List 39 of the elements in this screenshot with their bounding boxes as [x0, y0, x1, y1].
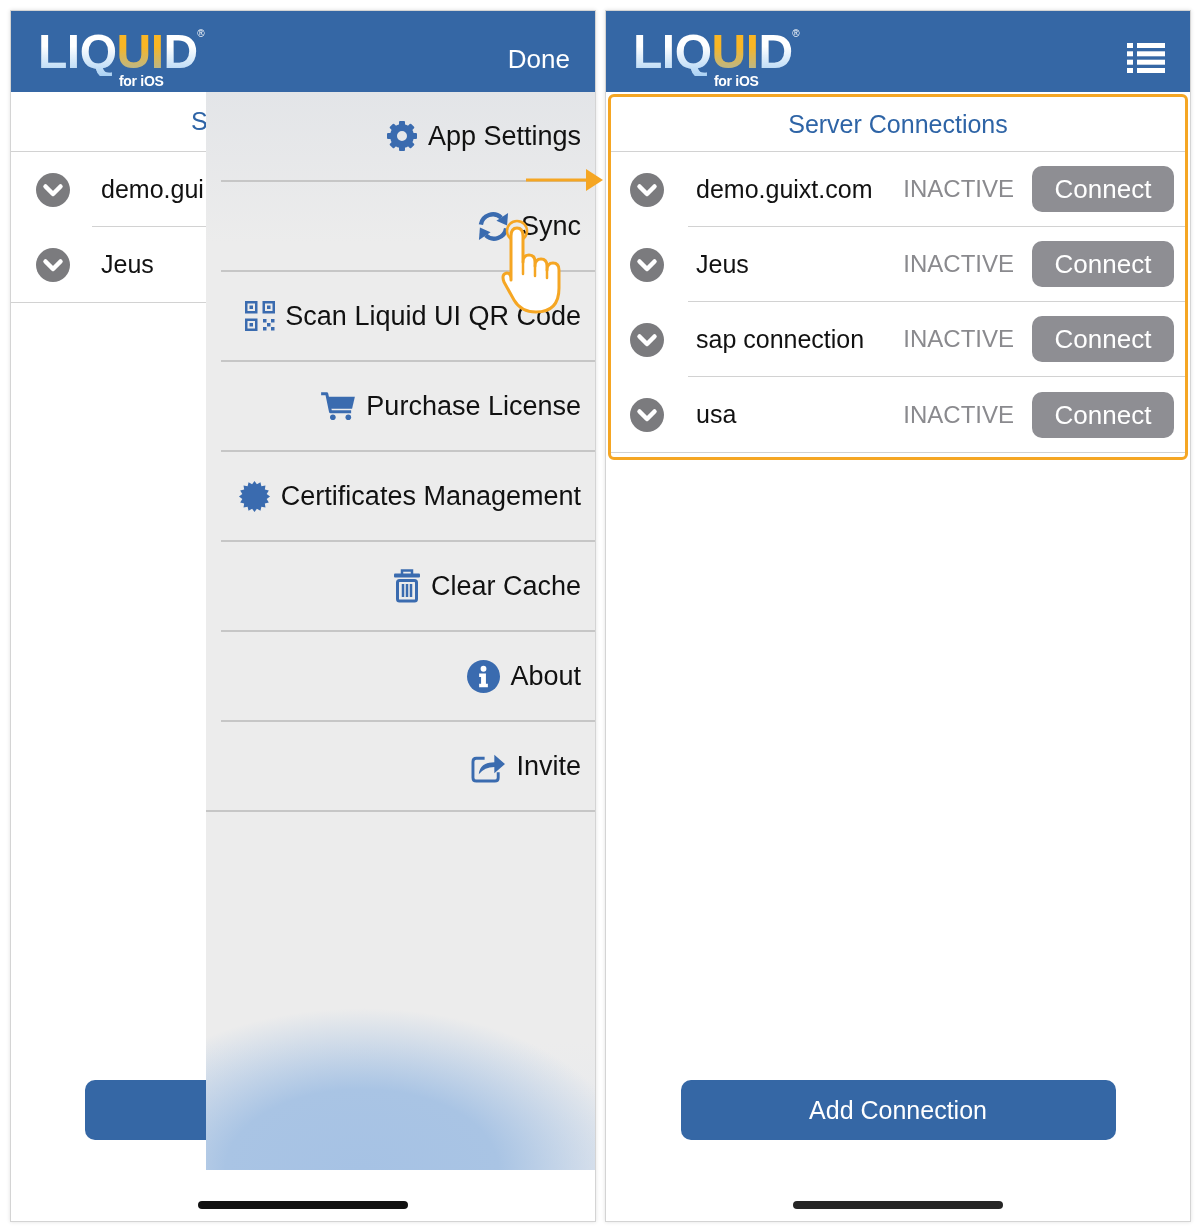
trash-icon — [392, 569, 421, 603]
menu-item[interactable]: Certificates Management — [221, 452, 595, 542]
info-icon — [467, 659, 501, 693]
status-label: INACTIVE — [903, 327, 1014, 351]
screen-title: Server Connections — [788, 111, 1008, 137]
registered-mark: ® — [792, 29, 800, 39]
status-label: INACTIVE — [903, 252, 1014, 276]
badge-seal-icon — [237, 479, 271, 513]
menu-item[interactable]: Clear Cache — [221, 542, 595, 632]
logo-subtitle: for iOS — [714, 74, 759, 88]
menu-item[interactable]: Purchase License — [221, 362, 595, 452]
cart-icon — [320, 391, 357, 421]
registered-mark: ® — [197, 29, 205, 39]
menu-item[interactable]: App Settings — [221, 92, 595, 182]
connection-name: Jeus — [696, 251, 750, 277]
screen-title: S — [191, 109, 208, 134]
connection-name: demo.guixt.com — [696, 176, 874, 202]
add-connection-button[interactable]: Add Connection — [680, 1080, 1116, 1140]
chevron-down-icon[interactable] — [630, 322, 664, 357]
menu-item[interactable]: Invite — [206, 722, 595, 812]
gear-icon — [385, 120, 418, 152]
connection-name: Jeus — [101, 252, 154, 277]
menu-icon[interactable] — [1127, 43, 1165, 73]
connection-name: usa — [696, 402, 738, 427]
chevron-down-icon[interactable] — [630, 397, 664, 432]
logo-wordmark: LIQUID — [38, 28, 198, 76]
chevron-down-icon[interactable] — [36, 172, 70, 207]
connection-name: sap connection — [696, 326, 866, 352]
chevron-down-icon[interactable] — [36, 247, 70, 282]
status-label: INACTIVE — [903, 177, 1014, 201]
logo-wordmark: LIQUID — [633, 28, 793, 76]
done-button[interactable]: Done — [507, 46, 570, 72]
chevron-down-icon[interactable] — [630, 247, 664, 282]
status-label: INACTIVE — [903, 402, 1014, 427]
menu-item[interactable]: About — [221, 632, 595, 722]
qr-code-icon — [245, 301, 276, 331]
connection-name: demo.gui — [101, 176, 204, 202]
chevron-down-icon[interactable] — [630, 172, 664, 207]
logo-subtitle: for iOS — [119, 74, 164, 88]
